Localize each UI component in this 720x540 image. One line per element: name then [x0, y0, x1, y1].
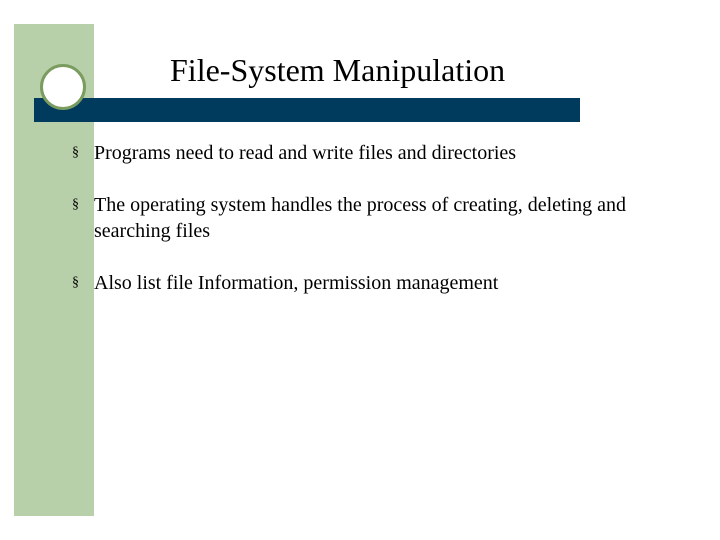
list-item: § Programs need to read and write files …	[72, 140, 684, 166]
title-underline-bar	[34, 98, 580, 122]
bullet-text: Also list file Information, permission m…	[94, 270, 498, 296]
slide-title: File-System Manipulation	[170, 52, 650, 89]
bullet-text: The operating system handles the process…	[94, 192, 684, 244]
bullet-text: Programs need to read and write files an…	[94, 140, 516, 166]
list-item: § The operating system handles the proce…	[72, 192, 684, 244]
title-area: File-System Manipulation	[170, 52, 650, 89]
bullet-marker-icon: §	[72, 270, 82, 296]
list-item: § Also list file Information, permission…	[72, 270, 684, 296]
decorative-circle-icon	[40, 64, 86, 110]
bullet-list: § Programs need to read and write files …	[72, 140, 684, 322]
bullet-marker-icon: §	[72, 192, 82, 218]
bullet-marker-icon: §	[72, 140, 82, 166]
